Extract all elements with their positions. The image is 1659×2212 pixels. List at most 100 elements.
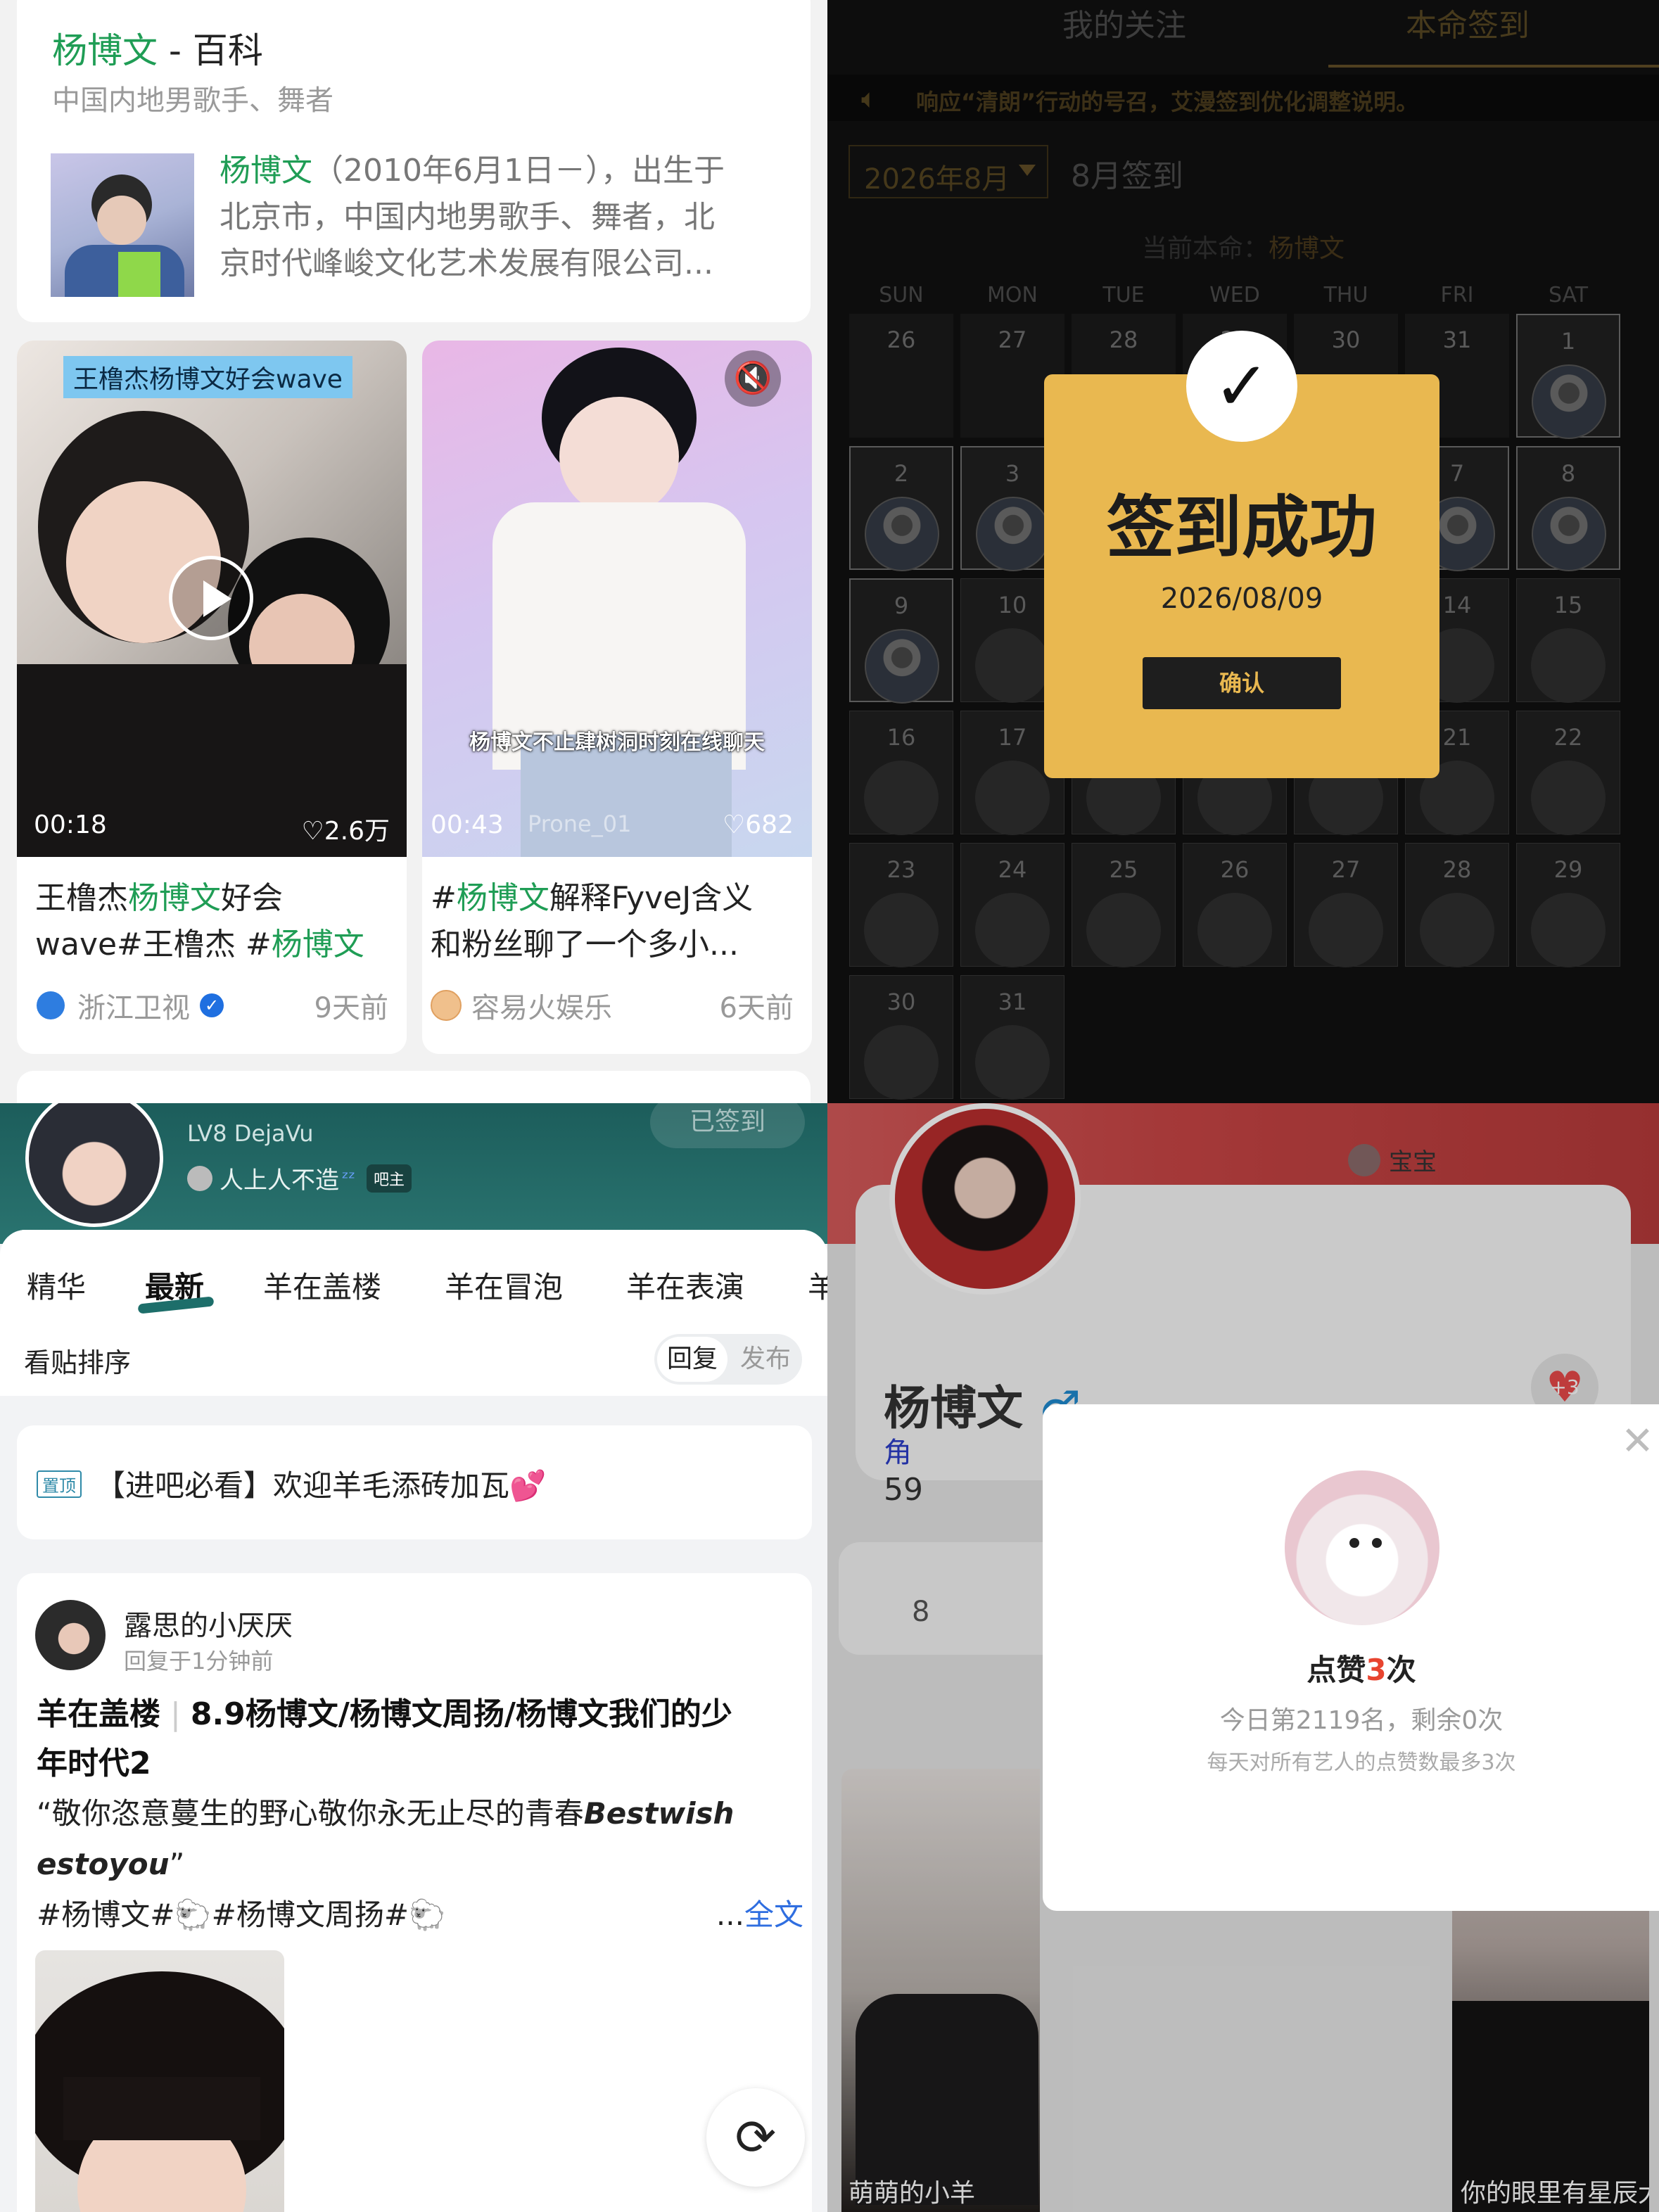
empty-person-icon	[1531, 628, 1606, 703]
video-card-2[interactable]: 🔇 杨博文不止肆树洞时刻在线聊天 00:43 Prone_01 ♡682 #杨博…	[422, 341, 812, 1054]
post-card[interactable]: 露思的小厌厌 回复于1分钟前 羊在盖楼 | 8.9杨博文/杨博文周扬/杨博文我们的少…	[17, 1573, 812, 2212]
calendar-day-27[interactable]: 27	[1294, 843, 1398, 967]
video-age-1: 9天前	[314, 992, 388, 1024]
video-watermark: Prone_01	[528, 811, 632, 837]
calendar-day-2[interactable]: 2	[849, 446, 953, 571]
calendar-day-1[interactable]: 1	[1516, 314, 1620, 439]
tab-essence[interactable]: 精华	[27, 1264, 86, 1307]
calendar-day-number: 30	[886, 989, 916, 1015]
calendar-day-number: 27	[1331, 856, 1361, 883]
calendar-day-29[interactable]: 29	[1516, 843, 1620, 967]
mini-avatar-icon	[187, 1165, 212, 1191]
baike-thumbnail[interactable]	[51, 153, 194, 297]
calendar-day-30[interactable]: 30	[849, 975, 953, 1100]
weekday-tue: TUE	[1102, 283, 1145, 307]
tieba-header: LV8 DejaVu 人上人不造 ᶻᶻ 吧主 已签到	[0, 1103, 827, 1244]
calendar-day-28[interactable]: 28	[1405, 843, 1509, 967]
calendar-day-number: 8	[1561, 460, 1576, 487]
baike-description: 杨博文（2010年6月1日－），出生于 北京市，中国内地男歌手、舞者，北 京时代…	[220, 153, 725, 281]
calendar-day-number: 23	[886, 856, 916, 883]
calendar-day-number: 2	[894, 460, 909, 487]
post-author-avatar[interactable]	[35, 1600, 106, 1670]
checkmark-icon: ✓	[1186, 331, 1297, 442]
tab-building[interactable]: 羊在盖楼	[263, 1264, 381, 1307]
calendar-day-number: 16	[886, 724, 916, 751]
calendar-day-31[interactable]: 31	[960, 975, 1064, 1100]
sort-publish[interactable]: 发布	[730, 1337, 801, 1382]
confirm-button[interactable]: 确认	[1143, 657, 1341, 709]
post-title[interactable]: 羊在盖楼 | 8.9杨博文/杨博文周扬/杨博文我们的少 年时代2	[37, 1690, 732, 1788]
calendar-day-prev-26[interactable]: 26	[849, 314, 953, 438]
post-image[interactable]	[35, 1950, 284, 2212]
empty-person-icon	[975, 1025, 1050, 1100]
calendar-day-number: 31	[998, 989, 1027, 1015]
sort-reply[interactable]: 回复	[657, 1337, 727, 1382]
play-icon[interactable]	[169, 556, 253, 640]
checked-in-button[interactable]: 已签到	[650, 1103, 805, 1148]
tab-bubble[interactable]: 羊在冒泡	[445, 1264, 563, 1307]
calendar-day-23[interactable]: 23	[849, 843, 953, 967]
empty-person-icon	[1309, 893, 1383, 967]
pinned-badge: 置顶	[37, 1470, 82, 1498]
empty-person-icon	[864, 761, 939, 835]
empty-person-icon	[1197, 893, 1272, 967]
video-age-2: 6天前	[719, 992, 794, 1024]
author-row-2[interactable]: 容易火娱乐	[431, 985, 612, 1026]
weekday-thu: THU	[1323, 283, 1368, 307]
author-row-1[interactable]: 浙江卫视 ✓	[37, 985, 224, 1026]
calendar-day-number: 27	[998, 326, 1027, 353]
like-count: 点赞3次	[1307, 1653, 1416, 1687]
baike-subtitle: 中国内地男歌手、舞者	[52, 84, 333, 117]
calendar-day-25[interactable]: 25	[1072, 843, 1176, 967]
calendar-day-9[interactable]: 9	[849, 578, 953, 704]
weekday-mon: MON	[987, 283, 1038, 307]
refresh-button[interactable]: ⟳	[706, 2088, 805, 2187]
sort-toggle[interactable]: 回复 发布	[654, 1334, 802, 1385]
verified-icon: ✓	[200, 993, 224, 1017]
empty-person-icon	[1531, 761, 1606, 835]
tab-perform[interactable]: 羊在表演	[626, 1264, 744, 1307]
calendar-day-number: 22	[1553, 724, 1583, 751]
calendar-day-26[interactable]: 26	[1183, 843, 1287, 967]
checked-avatar-icon	[865, 629, 939, 704]
video-thumbnail-2[interactable]: 🔇 杨博文不止肆树洞时刻在线聊天 00:43 Prone_01 ♡682	[422, 341, 812, 857]
calendar-day-number: 26	[1220, 856, 1250, 883]
baike-title[interactable]: 杨博文 - 百科	[52, 23, 263, 73]
avatar[interactable]	[25, 1103, 163, 1227]
pinned-post[interactable]: 置顶 【进吧必看】欢迎羊毛添砖加瓦💕	[17, 1425, 812, 1539]
calendar-day-16[interactable]: 16	[849, 711, 953, 835]
baike-panel: 杨博文 - 百科 中国内地男歌手、舞者 杨博文（2010年6月1日－），出生于 …	[0, 0, 827, 1103]
close-icon[interactable]: ✕	[1621, 1418, 1654, 1464]
empty-person-icon	[1086, 893, 1161, 967]
video-tag: 王橹杰杨博文好会wave	[63, 356, 352, 398]
modal-date: 2026/08/09	[1160, 583, 1323, 615]
weekday-sat: SAT	[1548, 283, 1589, 307]
expand-link[interactable]: ...全文	[716, 1890, 803, 1940]
calendar-day-15[interactable]: 15	[1516, 578, 1620, 703]
calendar-day-number: 9	[894, 592, 909, 619]
checked-avatar-icon	[1532, 364, 1606, 439]
tab-more[interactable]: 羊	[808, 1264, 827, 1307]
tab-bar: 精华 最新 羊在盖楼 羊在冒泡 羊在表演 羊	[0, 1230, 827, 1320]
video-card-1[interactable]: 王橹杰杨博文好会wave 00:18 ♡2.6万 王橹杰杨博文好会 wave#王…	[17, 341, 407, 1054]
calendar-day-24[interactable]: 24	[960, 843, 1064, 967]
author-avatar-icon	[431, 990, 462, 1021]
video-title-1: 王橹杰杨博文好会 wave#王橹杰 #杨博文	[35, 880, 364, 962]
video-title-2: #杨博文解释FyveJ含义 和粉丝聊了一个多小...	[431, 880, 754, 962]
success-modal: ✓ 签到成功 2026/08/09 确认	[1044, 331, 1439, 778]
weekday-wed: WED	[1209, 283, 1260, 307]
sleep-icon: ᶻᶻ	[342, 1167, 356, 1189]
calendar-day-8[interactable]: 8	[1516, 446, 1620, 571]
calendar-day-number: 1	[1561, 328, 1576, 355]
zhejiang-tv-logo-icon	[37, 991, 65, 1019]
mute-icon[interactable]: 🔇	[725, 350, 781, 407]
modal-title: 签到成功	[1107, 488, 1377, 567]
calendar-day-number: 15	[1553, 592, 1583, 618]
post-author-name[interactable]: 露思的小厌厌	[124, 1603, 293, 1644]
calendar-day-22[interactable]: 22	[1516, 711, 1620, 835]
baike-card[interactable]: 杨博文 - 百科 中国内地男歌手、舞者 杨博文（2010年6月1日－），出生于 …	[17, 0, 811, 322]
video-thumbnail-1[interactable]: 王橹杰杨博文好会wave 00:18 ♡2.6万	[17, 341, 407, 857]
calendar-day-number: 25	[1109, 856, 1138, 883]
empty-person-icon	[975, 893, 1050, 967]
sort-label: 看贴排序	[24, 1347, 132, 1378]
